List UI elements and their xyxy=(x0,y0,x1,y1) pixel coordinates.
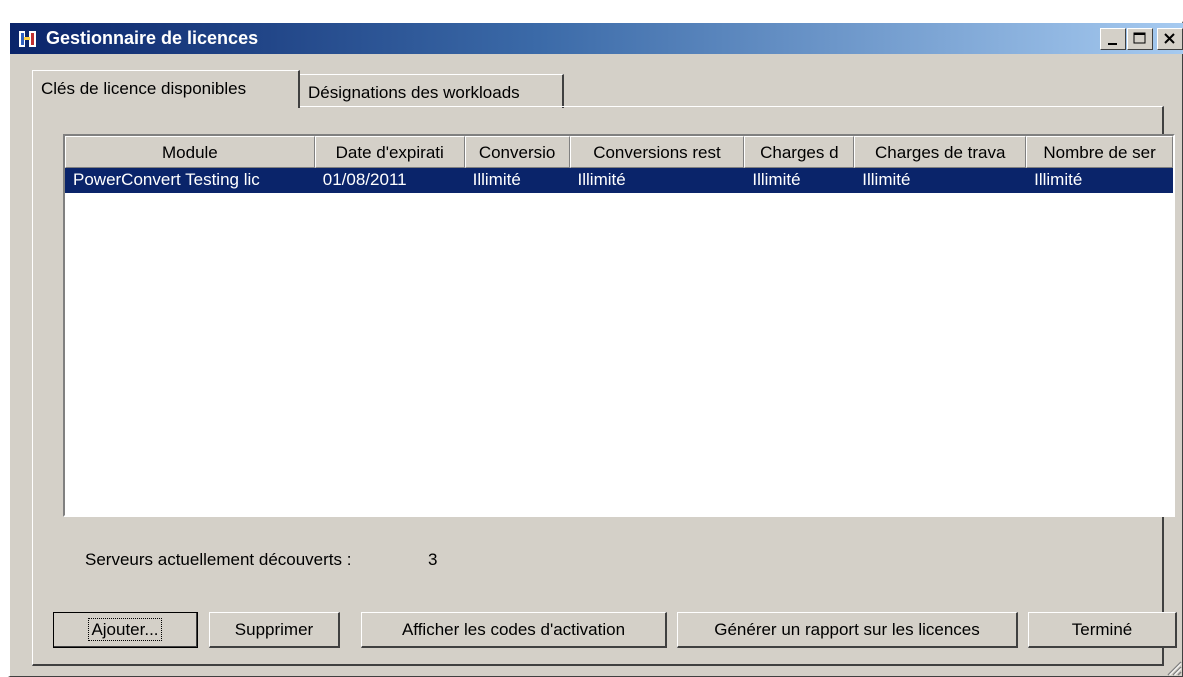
license-manager-window: Gestionnaire de licences Clés de licence… xyxy=(8,21,1183,677)
column-header-module[interactable]: Module xyxy=(65,136,315,168)
app-icon xyxy=(19,31,36,47)
column-header-server-count[interactable]: Nombre de ser xyxy=(1026,136,1173,168)
delete-button[interactable]: Supprimer xyxy=(209,612,340,648)
column-header-workloads[interactable]: Charges d xyxy=(744,136,855,168)
minimize-button[interactable] xyxy=(1100,28,1126,50)
done-button[interactable]: Terminé xyxy=(1028,612,1177,648)
close-icon xyxy=(1164,33,1175,44)
column-header-expiration-date[interactable]: Date d'expirati xyxy=(314,136,465,168)
generate-license-report-button[interactable]: Générer un rapport sur les licences xyxy=(677,612,1018,648)
title-bar[interactable]: Gestionnaire de licences xyxy=(10,23,1183,54)
show-activation-codes-button[interactable]: Afficher les codes d'activation xyxy=(361,612,667,648)
license-list[interactable]: Module Date d'expirati Conversio Convers… xyxy=(63,134,1175,517)
maximize-icon xyxy=(1133,32,1146,44)
tab-available-license-keys[interactable]: Clés de licence disponibles xyxy=(32,70,300,108)
resize-grip-icon[interactable] xyxy=(1164,658,1182,676)
discovered-servers-count: 3 xyxy=(428,550,438,569)
close-button[interactable] xyxy=(1157,28,1183,50)
discovered-servers-label: Serveurs actuellement découverts : xyxy=(85,550,352,569)
maximize-button[interactable] xyxy=(1127,28,1153,50)
cell-module: PowerConvert Testing lic xyxy=(73,170,260,189)
add-button[interactable]: Ajouter... xyxy=(53,612,198,648)
table-row[interactable]: PowerConvert Testing lic 01/08/2011 Illi… xyxy=(65,168,1173,193)
cell-expiration-date: 01/08/2011 xyxy=(322,170,407,189)
list-header: Module Date d'expirati Conversio Convers… xyxy=(65,136,1173,168)
tab-panel-license-keys: Module Date d'expirati Conversio Convers… xyxy=(32,106,1177,666)
cell-workloads-remaining: Illimité xyxy=(862,170,911,189)
column-header-conversions-remaining[interactable]: Conversions rest xyxy=(569,136,745,168)
column-header-workloads-remaining[interactable]: Charges de trava xyxy=(854,136,1027,168)
cell-conversions: Illimité xyxy=(472,170,521,189)
minimize-icon xyxy=(1108,43,1117,45)
cell-workloads: Illimité xyxy=(752,170,801,189)
window-title: Gestionnaire de licences xyxy=(46,28,259,48)
add-button-label: Ajouter... xyxy=(88,617,162,641)
cell-conversions-remaining: Illimité xyxy=(577,170,626,189)
column-header-conversions[interactable]: Conversio xyxy=(464,136,570,168)
tab-workload-designations[interactable]: Désignations des workloads xyxy=(300,74,564,108)
cell-server-count: Illimité xyxy=(1034,170,1083,189)
